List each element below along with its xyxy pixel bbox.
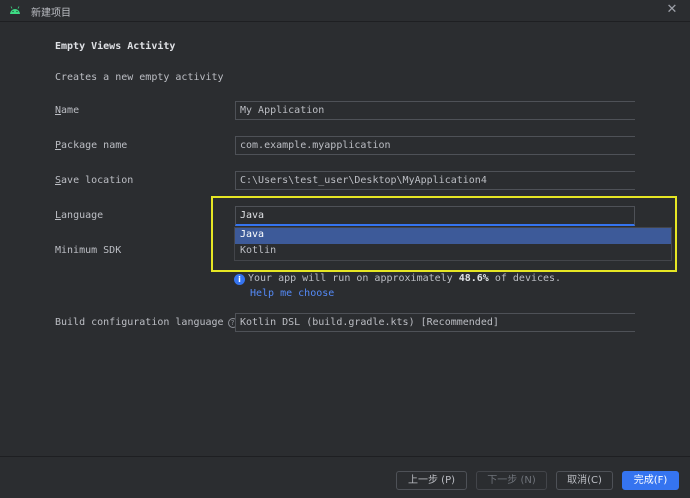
close-icon[interactable]: ✕ [665, 3, 679, 17]
help-me-choose-link[interactable]: Help me choose [250, 288, 334, 299]
page-description: Creates a new empty activity [55, 72, 224, 83]
name-label: Name [55, 105, 79, 116]
package-name-label: Package name [55, 140, 127, 151]
language-label: Language [55, 210, 103, 221]
page-title: Empty Views Activity [55, 41, 176, 52]
info-icon: i [234, 274, 245, 285]
coverage-percent: 48.6% [458, 273, 489, 284]
save-location-field[interactable]: C:\Users\test_user\Desktop\MyApplication… [235, 171, 635, 190]
android-icon [10, 6, 20, 14]
save-location-label: Save location [55, 175, 133, 186]
build-config-label: Build configuration language? [55, 317, 238, 328]
cancel-button[interactable]: 取消(C) [556, 471, 613, 490]
language-label-rest: anguage [61, 210, 104, 221]
next-button[interactable]: 下一步 (N) [476, 471, 547, 490]
name-field[interactable]: My Application [235, 101, 635, 120]
package-label-rest: ackage name [61, 140, 128, 151]
title-bar: 新建项目 ✕ [0, 0, 690, 22]
finish-button[interactable]: 完成(F) [622, 471, 679, 490]
previous-button[interactable]: 上一步 (P) [396, 471, 467, 490]
minimum-sdk-label: Minimum SDK [55, 245, 122, 256]
name-label-rest: ame [61, 105, 80, 116]
save-label-rest: ave location [61, 175, 134, 186]
build-config-field[interactable]: Kotlin DSL (build.gradle.kts) [Recommend… [235, 313, 635, 332]
info-prefix: Your app will run on approximately [248, 273, 459, 284]
build-config-label-text: Build configuration language [55, 317, 224, 328]
highlight-box [211, 196, 677, 272]
device-coverage-info: i Your app will run on approximately 48.6… [234, 273, 561, 285]
package-name-field[interactable]: com.example.myapplication [235, 136, 635, 155]
new-project-dialog: 新建项目 ✕ Empty Views Activity Creates a ne… [0, 0, 690, 498]
info-suffix: of devices. [488, 273, 562, 284]
window-title: 新建项目 [31, 8, 71, 19]
